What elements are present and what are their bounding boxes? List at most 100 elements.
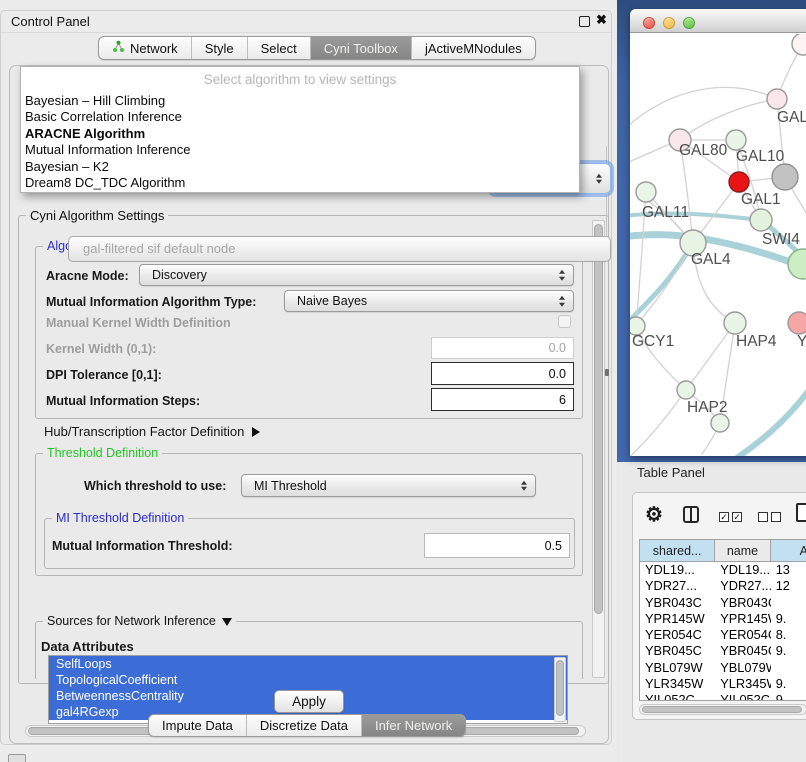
network-node-swi4[interactable] xyxy=(750,209,772,231)
checked-box-icon[interactable]: ✓ xyxy=(719,512,729,522)
which-threshold-label: Which threshold to use: xyxy=(84,479,226,493)
manual-kernel-width-label: Manual Kernel Width Definition xyxy=(46,316,231,330)
aracne-mode-combobox[interactable]: Discovery xyxy=(139,264,574,286)
kernel-width-field[interactable]: 0.0 xyxy=(431,337,574,359)
table-row[interactable]: YBR043CYBR043C xyxy=(640,595,806,611)
tab-jactivemnodules[interactable]: jActiveMNodules xyxy=(411,37,535,59)
table-scrollbar-thumb[interactable] xyxy=(642,706,802,713)
mi-threshold-definition-group: MI Threshold Definition Mutual Informati… xyxy=(44,518,575,569)
zoom-traffic-light[interactable] xyxy=(683,17,695,29)
dpi-tolerance-field[interactable]: 0.0 xyxy=(431,362,574,385)
network-node-gal[interactable] xyxy=(767,89,787,109)
manual-kernel-width-checkbox[interactable] xyxy=(558,315,571,328)
table-cell: YDL19... xyxy=(715,562,770,578)
table-cell: YBL079W xyxy=(640,660,715,676)
table-row[interactable]: YDR27...YDR27...12 xyxy=(640,578,806,594)
collapsed-arrow-icon xyxy=(252,427,260,437)
algorithm-option-basic-correlation-inference[interactable]: Basic Correlation Inference xyxy=(21,109,579,125)
node-label: GAL11 xyxy=(642,204,689,221)
table-cell: YIL052C xyxy=(715,692,770,701)
node-label: HAP4 xyxy=(736,333,777,350)
bottom-tab-bar: Impute Data Discretize DataInfer Network xyxy=(148,714,466,737)
network-node[interactable] xyxy=(711,414,729,432)
network-node-hap2[interactable] xyxy=(677,381,695,399)
network-edge[interactable] xyxy=(728,386,806,456)
table-row[interactable]: YIL052CYIL052C9 xyxy=(640,692,806,701)
table-row[interactable]: YER054CYER054C8. xyxy=(640,627,806,643)
table-row[interactable]: YBR045CYBR045C9. xyxy=(640,643,806,659)
document-icon[interactable] xyxy=(796,503,806,522)
control-panel-titlebar: Control Panel ✖ xyxy=(1,11,611,33)
network-node-gal1[interactable] xyxy=(729,172,749,192)
checked-box-icon[interactable]: ✓ xyxy=(732,512,742,522)
network-node-gal10[interactable] xyxy=(726,130,746,150)
tab-select[interactable]: Select xyxy=(247,37,310,59)
unchecked-box-icon[interactable] xyxy=(771,512,781,522)
network-view-window: GALGAL80GAL10GAL1GAL11SWI4GAL4GCY1HAP4YH… xyxy=(630,9,806,456)
column-header-a[interactable]: A xyxy=(771,540,806,562)
table-cell: YER054C xyxy=(640,627,715,643)
combo-arrows-icon xyxy=(521,480,527,491)
unchecked-box-icon[interactable] xyxy=(758,512,768,522)
tab-discretize-data[interactable]: Discretize Data xyxy=(246,715,361,736)
mi-algorithm-type-value: Naive Bayes xyxy=(297,294,367,308)
settings-scrollbar-thumb[interactable] xyxy=(594,224,603,614)
network-node-y[interactable] xyxy=(788,312,806,334)
network-node[interactable] xyxy=(772,164,798,190)
table-cell: YBR043C xyxy=(640,595,715,611)
algorithm-option-mutual-information-inference[interactable]: Mutual Information Inference xyxy=(21,142,579,158)
sources-title[interactable]: Sources for Network Inference xyxy=(43,614,236,629)
table-row[interactable]: YBL079WYBL079W xyxy=(640,660,806,676)
mi-threshold-field[interactable]: 0.5 xyxy=(424,533,570,558)
minimized-panel-icon[interactable] xyxy=(8,754,26,762)
close-window-icon[interactable]: ✖ xyxy=(596,12,607,28)
settings-vertical-scrollbar[interactable] xyxy=(592,220,605,678)
table-row[interactable]: YDL19...YDL19...13 xyxy=(640,562,806,578)
node-label: GCY1 xyxy=(632,333,674,350)
algorithm-option-bayesian-k2[interactable]: Bayesian – K2 xyxy=(21,159,579,175)
mi-algorithm-type-combobox[interactable]: Naive Bayes xyxy=(284,290,574,312)
algorithm-option-aracne-algorithm[interactable]: ARACNE Algorithm xyxy=(21,126,579,142)
table-header-row: shared...nameA xyxy=(640,540,806,562)
table-row[interactable]: YLR345WYLR345W9. xyxy=(640,676,806,692)
tab-infer-network[interactable]: Infer Network xyxy=(361,715,465,736)
network-canvas[interactable]: GALGAL80GAL10GAL1GAL11SWI4GAL4GCY1HAP4YH… xyxy=(630,34,806,456)
float-window-icon[interactable] xyxy=(579,16,590,27)
network-edge[interactable] xyxy=(630,87,777,130)
panel-divider-handle[interactable] xyxy=(605,369,609,376)
algorithm-option-dream8-dc-tdc-algorithm[interactable]: Dream8 DC_TDC Algorithm xyxy=(21,175,579,191)
attribute-item-topologicalcoefficient[interactable]: TopologicalCoefficient xyxy=(49,672,567,688)
network-edge[interactable] xyxy=(630,390,686,456)
node-label: GAL80 xyxy=(679,142,728,159)
column-header-shared[interactable]: shared... xyxy=(640,540,715,562)
column-header-name[interactable]: name xyxy=(715,540,770,562)
gear-icon[interactable]: ⚙ xyxy=(645,502,663,527)
table-horizontal-scrollbar[interactable] xyxy=(639,704,806,715)
network-edge[interactable] xyxy=(686,323,735,390)
mi-steps-field[interactable]: 6 xyxy=(431,388,574,411)
tab-style[interactable]: Style xyxy=(191,37,247,59)
tab-label: Impute Data xyxy=(162,718,233,733)
network-node-hap4[interactable] xyxy=(724,312,746,334)
minimize-traffic-light[interactable] xyxy=(663,17,675,29)
algorithm-option-bayesian-hill-climbing[interactable]: Bayesian – Hill Climbing xyxy=(21,93,579,109)
tab-cyni-toolbox[interactable]: Cyni Toolbox xyxy=(310,37,411,59)
close-traffic-light[interactable] xyxy=(643,17,655,29)
attributes-vertical-scrollbar[interactable] xyxy=(554,657,566,722)
which-threshold-combobox[interactable]: MI Threshold xyxy=(241,474,536,497)
tab-label: jActiveMNodules xyxy=(425,41,522,56)
table-row[interactable]: YPR145WYPR145W9. xyxy=(640,611,806,627)
hub-definition-toggle[interactable]: Hub/Transcription Factor Definition xyxy=(44,424,260,439)
network-combobox-fragment[interactable]: gal-filtered sif default node xyxy=(68,236,611,262)
expanded-arrow-icon xyxy=(222,618,232,626)
network-node[interactable] xyxy=(792,34,806,55)
dpi-tolerance-label: DPI Tolerance [0,1]: xyxy=(46,368,162,382)
apply-button[interactable]: Apply xyxy=(274,690,344,713)
tab-network[interactable]: Network xyxy=(99,37,191,59)
tab-impute-data[interactable]: Impute Data xyxy=(149,715,246,736)
attribute-item-selfloops[interactable]: SelfLoops xyxy=(49,656,567,672)
attributes-scrollbar-thumb[interactable] xyxy=(556,660,564,716)
columns-icon[interactable] xyxy=(683,506,699,523)
network-node[interactable] xyxy=(788,249,806,279)
network-node-gal11[interactable] xyxy=(636,182,656,202)
